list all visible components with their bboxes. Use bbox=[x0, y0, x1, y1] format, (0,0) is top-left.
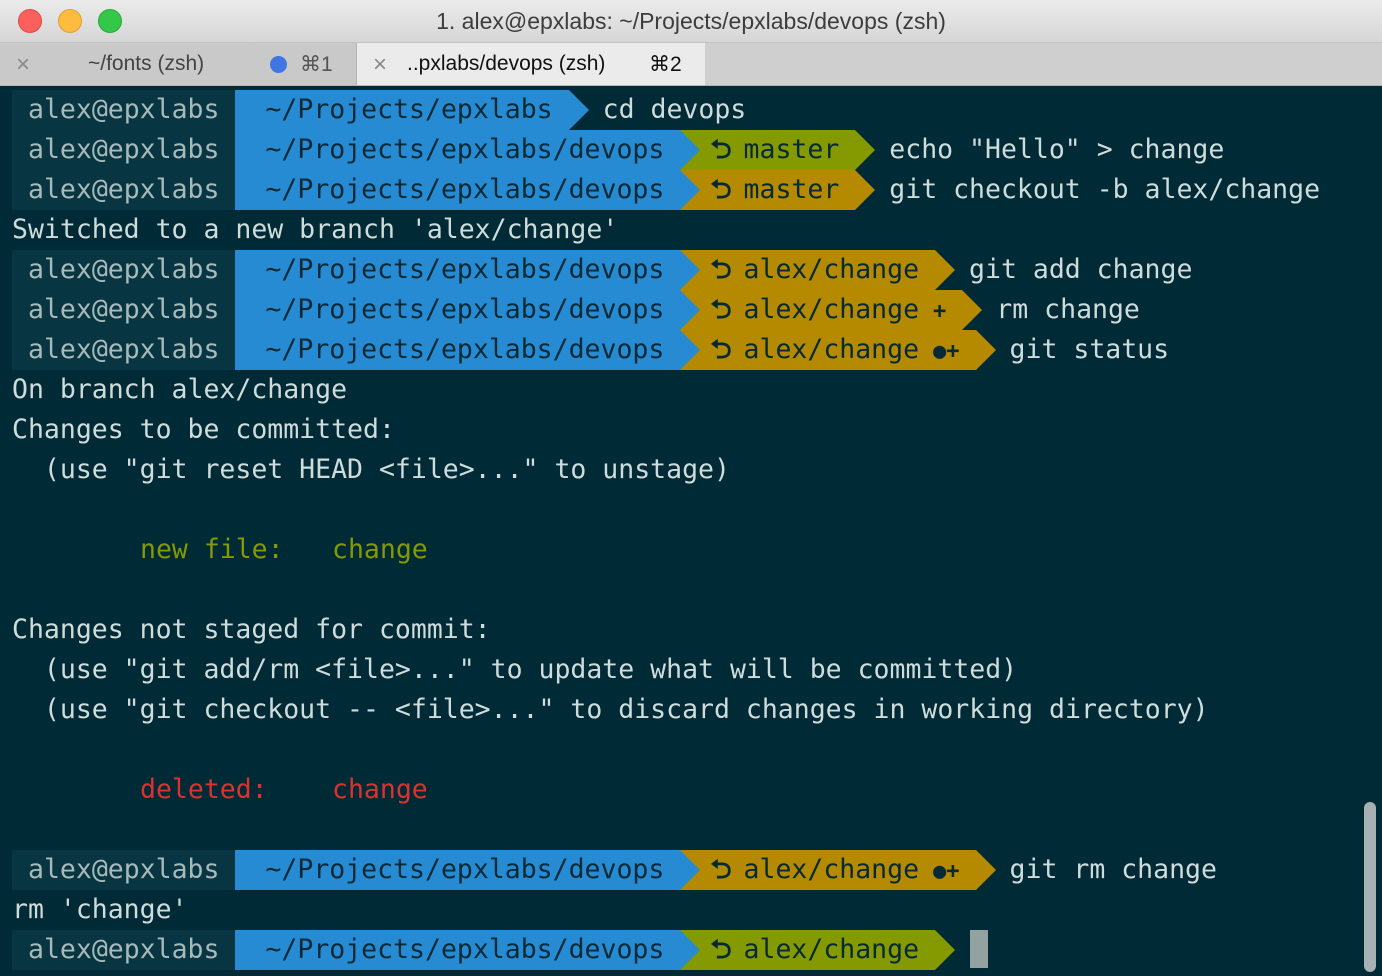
output-line: Changes to be committed: bbox=[12, 414, 395, 445]
command-text: cd devops bbox=[602, 94, 747, 125]
output-line: On branch alex/change bbox=[12, 374, 348, 405]
git-branch-icon: ⮌ bbox=[710, 254, 732, 285]
prompt-user-segment: alex@epxlabs bbox=[12, 250, 236, 290]
window-title: 1. alex@epxlabs: ~/Projects/epxlabs/devo… bbox=[436, 8, 946, 34]
prompt-dir-segment: ~/Projects/epxlabs/devops bbox=[235, 170, 701, 210]
prompt-dir-segment: ~/Projects/epxlabs/devops bbox=[235, 290, 701, 330]
prompt-dir-segment: ~/Projects/epxlabs/devops bbox=[235, 250, 701, 290]
git-branch-icon: ⮌ bbox=[710, 174, 732, 205]
branch-name: alex/change bbox=[743, 854, 920, 885]
prompt-git-segment: ⮌ alex/change bbox=[680, 250, 956, 290]
prompt-dir-text: ~/Projects/epxlabs/devops bbox=[265, 854, 665, 885]
prompt-user-segment: alex@epxlabs bbox=[12, 290, 236, 330]
tab-shortcut: ⌘1 bbox=[300, 53, 333, 76]
deleted-file-name: change bbox=[332, 774, 428, 805]
command-text: git checkout -b alex/change bbox=[889, 174, 1321, 205]
prompt-user-segment: alex@epxlabs bbox=[12, 170, 236, 210]
prompt-dir-segment: ~/Projects/epxlabs/devops bbox=[235, 850, 701, 890]
tab-bar: × ~/fonts (zsh) ⌘1 × ..pxlabs/devops (zs… bbox=[0, 43, 1382, 86]
output-line: rm 'change' bbox=[12, 894, 188, 925]
prompt-line: alex@epxlabs ~/Projects/epxlabs/devops ⮌… bbox=[12, 330, 1169, 370]
window-titlebar: 1. alex@epxlabs: ~/Projects/epxlabs/devo… bbox=[0, 0, 1382, 43]
output-line: (use "git reset HEAD <file>..." to unsta… bbox=[12, 454, 730, 485]
output-line: (use "git checkout -- <file>..." to disc… bbox=[12, 694, 1209, 725]
prompt-dir-segment: ~/Projects/epxlabs/devops bbox=[235, 130, 701, 170]
git-status-symbol: ●+ bbox=[933, 859, 960, 884]
prompt-dir-segment: ~/Projects/epxlabs/devops bbox=[235, 930, 701, 970]
prompt-dir-text: ~/Projects/epxlabs/devops bbox=[265, 254, 665, 285]
prompt-line: alex@epxlabs ~/Projects/epxlabs cd devop… bbox=[12, 90, 746, 130]
deleted-file-label: deleted: bbox=[140, 774, 268, 805]
command-text: git rm change bbox=[1009, 854, 1217, 885]
command-text: git status bbox=[1009, 334, 1170, 365]
git-branch-icon: ⮌ bbox=[710, 334, 732, 365]
branch-name: alex/change bbox=[743, 934, 920, 965]
git-branch-icon: ⮌ bbox=[710, 134, 732, 165]
close-tab-icon[interactable]: × bbox=[373, 51, 387, 79]
prompt-git-segment: ⮌ master bbox=[680, 130, 876, 170]
output-line: (use "git add/rm <file>..." to update wh… bbox=[12, 654, 1018, 685]
prompt-git-segment: ⮌ alex/change ●+ bbox=[680, 330, 996, 370]
prompt-git-segment: ⮌ alex/change ●+ bbox=[680, 850, 996, 890]
terminal-pane[interactable]: alex@epxlabs ~/Projects/epxlabs cd devop… bbox=[0, 86, 1382, 976]
prompt-git-segment: ⮌ alex/change bbox=[680, 930, 956, 970]
prompt-line: alex@epxlabs ~/Projects/epxlabs/devops ⮌… bbox=[12, 130, 1224, 170]
branch-name: alex/change bbox=[743, 294, 920, 325]
current-prompt-line: alex@epxlabs ~/Projects/epxlabs/devops ⮌… bbox=[12, 930, 969, 970]
command-text: echo "Hello" > change bbox=[889, 134, 1225, 165]
branch-name: master bbox=[743, 134, 840, 165]
prompt-dir-text: ~/Projects/epxlabs/devops bbox=[265, 294, 665, 325]
prompt-dir-text: ~/Projects/epxlabs bbox=[265, 94, 553, 125]
tab-devops[interactable]: × ..pxlabs/devops (zsh) ⌘2 bbox=[357, 43, 705, 85]
branch-name: alex/change bbox=[743, 254, 920, 285]
tab-shortcut: ⌘2 bbox=[649, 53, 682, 76]
prompt-git-segment: ⮌ master bbox=[680, 170, 876, 210]
prompt-user-segment: alex@epxlabs bbox=[12, 130, 236, 170]
git-branch-icon: ⮌ bbox=[710, 294, 732, 325]
prompt-user-segment: alex@epxlabs bbox=[12, 330, 236, 370]
prompt-line: alex@epxlabs ~/Projects/epxlabs/devops ⮌… bbox=[12, 250, 1192, 290]
git-status-symbol: ●+ bbox=[933, 339, 960, 364]
staged-file-name: change bbox=[332, 534, 428, 565]
branch-name: alex/change bbox=[743, 334, 920, 365]
git-branch-icon: ⮌ bbox=[710, 934, 732, 965]
prompt-dir-segment: ~/Projects/epxlabs bbox=[235, 90, 589, 130]
prompt-dir-text: ~/Projects/epxlabs/devops bbox=[265, 334, 665, 365]
command-text: git add change bbox=[969, 254, 1193, 285]
prompt-user-segment: alex@epxlabs bbox=[12, 930, 236, 970]
output-line: Switched to a new branch 'alex/change' bbox=[12, 214, 619, 245]
prompt-line: alex@epxlabs ~/Projects/epxlabs/devops ⮌… bbox=[12, 290, 1140, 330]
text-cursor bbox=[970, 930, 988, 968]
tab-label: ..pxlabs/devops (zsh) bbox=[407, 52, 606, 75]
prompt-dir-text: ~/Projects/epxlabs/devops bbox=[265, 934, 665, 965]
activity-indicator-icon bbox=[270, 56, 287, 73]
output-line: Changes not staged for commit: bbox=[12, 614, 491, 645]
prompt-user-segment: alex@epxlabs bbox=[12, 90, 236, 130]
staged-file-label: new file: bbox=[140, 534, 284, 565]
prompt-line: alex@epxlabs ~/Projects/epxlabs/devops ⮌… bbox=[12, 850, 1217, 890]
prompt-dir-segment: ~/Projects/epxlabs/devops bbox=[235, 330, 701, 370]
git-status-symbol: + bbox=[933, 299, 947, 324]
tab-fonts[interactable]: × ~/fonts (zsh) ⌘1 bbox=[0, 43, 357, 85]
close-tab-icon[interactable]: × bbox=[16, 51, 30, 79]
prompt-dir-text: ~/Projects/epxlabs/devops bbox=[265, 134, 665, 165]
prompt-user-segment: alex@epxlabs bbox=[12, 850, 236, 890]
command-text: rm change bbox=[996, 294, 1140, 325]
prompt-line: alex@epxlabs ~/Projects/epxlabs/devops ⮌… bbox=[12, 170, 1320, 210]
prompt-git-segment: ⮌ alex/change + bbox=[680, 290, 983, 330]
vertical-scrollbar[interactable] bbox=[1364, 802, 1376, 972]
git-branch-icon: ⮌ bbox=[710, 854, 732, 885]
branch-name: master bbox=[743, 174, 840, 205]
tab-label: ~/fonts (zsh) bbox=[88, 52, 205, 75]
prompt-dir-text: ~/Projects/epxlabs/devops bbox=[265, 174, 665, 205]
